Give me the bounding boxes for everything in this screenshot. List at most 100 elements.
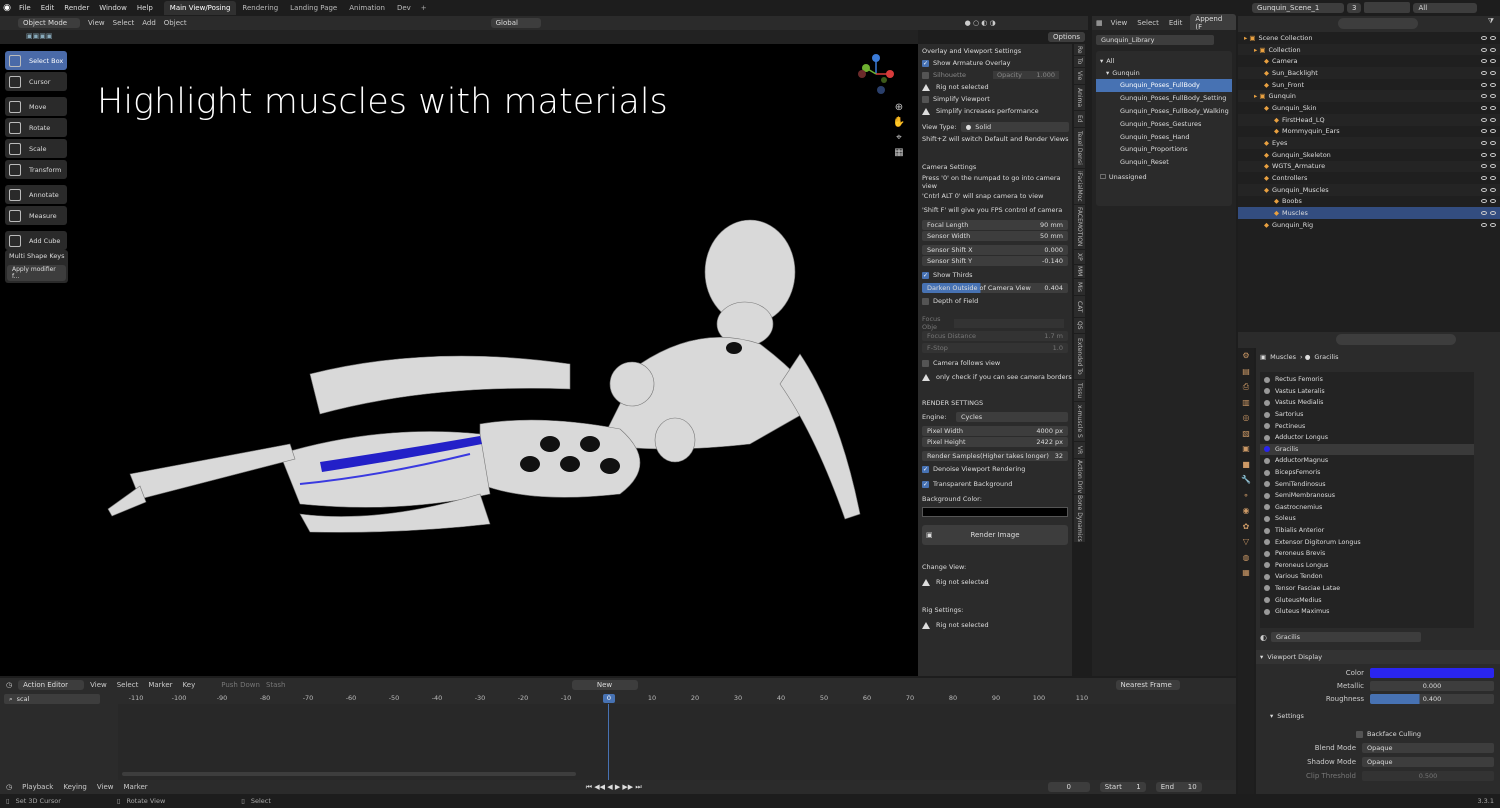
color-swatch[interactable] [1370,668,1494,678]
scene-count[interactable]: 3 [1347,2,1362,13]
material-slot[interactable]: Various Tendon [1260,571,1474,583]
outliner-item-firsthead-lq[interactable]: ◆ FirstHead_LQ [1238,113,1500,126]
push-down-button[interactable]: Push Down [221,681,260,689]
library-selector[interactable]: Gunquin_Library [1096,35,1214,45]
frame-ruler[interactable]: -110-100-90-80-70-60-50-40-30-20-1001020… [118,692,1236,704]
shading-icons[interactable]: ● ○ ◐ ◑ [965,19,996,27]
workspace-tab-animation[interactable]: Animation [343,1,391,15]
visibility-toggles[interactable] [1481,94,1496,99]
tool-rotate[interactable]: Rotate [5,118,67,137]
depth-of-field-checkbox[interactable]: Depth of Field [918,295,1072,307]
library-menu-edit[interactable]: Edit [1169,19,1183,27]
metallic-slider[interactable]: 0.000 [1370,681,1494,691]
tool-add-cube[interactable]: Add Cube [5,231,67,250]
outliner-item-gunquin-skeleton[interactable]: ◆ Gunquin_Skeleton [1238,149,1500,161]
tool-cursor[interactable]: Cursor [5,72,67,91]
outliner-item-sun-front[interactable]: ◆ Sun_Front [1238,79,1500,91]
visibility-toggles[interactable] [1481,105,1496,110]
n-panel-tab-vr[interactable]: VR [1074,442,1085,460]
tool-transform[interactable]: Transform [5,160,67,179]
catalog-item[interactable]: Gunquin_Poses_FullBody [1096,79,1232,92]
outliner-item-controllers[interactable]: ◆ Controllers [1238,172,1500,184]
visibility-toggles[interactable] [1481,176,1496,181]
outliner-item-gunquin-muscles[interactable]: ◆ Gunquin_Muscles [1238,183,1500,196]
n-panel-tab-mm[interactable]: MM [1074,264,1085,280]
silhouette-checkbox[interactable]: Silhouette Opacity 1.000 [918,69,1072,81]
viewport-display-header[interactable]: ▾ Viewport Display [1256,650,1500,664]
catalog-gunquin[interactable]: ▾ Gunquin [1096,67,1232,79]
visibility-toggles[interactable] [1481,211,1496,216]
material-slot[interactable]: Soleus [1260,513,1474,525]
pixel-height-field[interactable]: Pixel Height 2422 px [922,437,1068,447]
menu-render[interactable]: Render [59,4,94,12]
outliner-item-wgts-armature[interactable]: ◆ WGTS_Armature [1238,160,1500,173]
new-action-button[interactable]: New [571,680,638,690]
menu-help[interactable]: Help [132,4,158,12]
select-mode-icons[interactable]: ▣▣▣▣ [26,32,52,40]
camera-follows-checkbox[interactable]: Camera follows view [918,357,1072,369]
apply-modifier-button[interactable]: Apply modifier f... [7,265,66,281]
view-layer-selector[interactable]: All [1413,2,1478,13]
material-name-field[interactable]: Gracilis [1270,632,1421,642]
viewport-menu-view[interactable]: View [88,19,105,27]
orientation-selector[interactable]: Global [490,18,541,28]
action-editor[interactable]: ⌕ scal -110 -100 -90 -80 -70 -60 -50 -40 -30 -20-… [0,692,1236,780]
material-slot[interactable]: Sartorius [1260,409,1474,421]
tool-measure[interactable]: Measure [5,206,67,225]
properties-search[interactable] [1336,334,1456,345]
render-samples-field[interactable]: Render Samples(Higher takes longer) 32 [922,451,1068,461]
menu-edit[interactable]: Edit [36,4,60,12]
playback-controls[interactable]: ⏮ ◀◀ ◀ ▶ ▶▶ ⏭ [586,783,642,792]
n-panel-tab-x-muscle-s[interactable]: x-muscle S [1074,401,1085,443]
view-type-dropdown[interactable]: ● Solid [960,122,1069,132]
view-menu[interactable]: View [97,783,114,791]
visibility-toggles[interactable] [1481,199,1496,204]
timeline-menu-marker[interactable]: Marker [148,681,172,689]
visibility-toggles[interactable] [1481,222,1496,227]
n-panel-tab-tissu[interactable]: Tissu [1074,379,1085,402]
viewport-menu-add[interactable]: Add [142,19,156,27]
filter-icon[interactable]: ⧩ [1488,17,1494,26]
material-slot[interactable]: Gracilis [1260,443,1474,456]
material-slot[interactable]: Extensor Digitorum Longus [1260,536,1474,548]
material-slot[interactable]: Tensor Fasciae Latae [1260,583,1474,595]
library-menu-select[interactable]: Select [1137,19,1159,27]
simplify-checkbox[interactable]: Simplify Viewport [918,93,1072,105]
outliner-item-muscles[interactable]: ◆ Muscles [1238,207,1500,219]
tool-select-box[interactable]: Select Box [5,51,67,70]
properties-tabs[interactable]: ⚙ ▤ ⎙ ▥ ◎ ▧ ▣ ■ 🔧 ⚬ ◉ ✿ ▽ ◍ ▦ [1238,348,1254,808]
n-panel-tab-action-driv[interactable]: Action Driv [1074,459,1085,496]
catalog-item[interactable]: Gunquin_Poses_Gestures [1096,117,1232,130]
catalog-item[interactable]: Gunquin_Proportions [1096,143,1232,156]
denoise-checkbox[interactable]: ✓ Denoise Viewport Rendering [918,463,1072,475]
n-panel-tab-cat[interactable]: CAT [1074,295,1085,318]
timeline-icon[interactable]: ◷ [6,783,12,791]
material-slot[interactable]: SemiMembranosus [1260,490,1474,502]
material-slot[interactable]: GluteusMedius [1260,594,1474,606]
channel-search[interactable]: ⌕ scal [4,694,100,704]
material-slot[interactable]: Rectus Femoris [1260,374,1474,386]
workspace-tab-rendering[interactable]: Rendering [236,1,284,15]
n-panel-tab-extended-to[interactable]: Extended To [1074,334,1085,380]
viewport-menu-object[interactable]: Object [164,19,187,27]
workspace-tab-landing-page[interactable]: Landing Page [284,1,343,15]
clip-threshold-slider[interactable]: 0.500 [1362,771,1494,781]
marker-menu[interactable]: Marker [123,783,147,791]
outliner-item-gunquin[interactable]: ▸ ▣ Gunquin [1238,90,1500,103]
outliner-item-mommyquin-ears[interactable]: ◆ Mommyquin_Ears [1238,126,1500,138]
end-frame-field[interactable]: End 10 [1155,782,1202,792]
catalog-item[interactable]: Gunquin_Poses_FullBody_Setting [1096,92,1232,105]
material-slot[interactable]: BicepsFemoris [1260,467,1474,479]
timeline-menu-view[interactable]: View [90,681,107,689]
viewport-menu-select[interactable]: Select [113,19,135,27]
visibility-toggles[interactable] [1481,164,1496,169]
shadow-mode-dropdown[interactable]: Opaque [1362,757,1494,767]
viewport-nav-icons[interactable]: ⊕ ✋ ⌖ ▦ [892,100,906,160]
background-color-swatch[interactable] [922,507,1068,517]
n-panel-tab-mis[interactable]: Mis [1074,279,1085,296]
visibility-toggles[interactable] [1481,152,1496,157]
focus-distance-field[interactable]: Focus Distance 1.7 m [922,331,1068,341]
library-menu-view[interactable]: View [1111,19,1128,27]
outliner-item-sun-backlight[interactable]: ◆ Sun_Backlight [1238,67,1500,79]
snap-dropdown[interactable]: Nearest Frame [1115,680,1180,690]
